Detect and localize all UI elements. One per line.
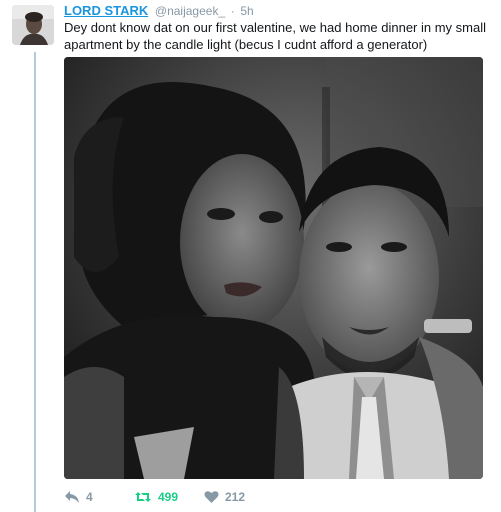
heart-icon: [204, 490, 219, 504]
retweet-count: 499: [158, 490, 179, 504]
author-handle[interactable]: @naijageek_: [155, 4, 225, 18]
retweet-button[interactable]: 499: [134, 490, 204, 504]
tweet-photo[interactable]: [64, 57, 483, 479]
reply-icon: [64, 490, 80, 504]
tweet-header: LORD STARK @naijageek_ · 5h: [64, 3, 254, 19]
avatar-image: [12, 5, 54, 45]
avatar[interactable]: [12, 5, 54, 45]
reply-button[interactable]: 4: [64, 490, 134, 504]
reply-count: 4: [86, 490, 93, 504]
retweet-icon: [134, 490, 152, 504]
tweet: LORD STARK @naijageek_ · 5h Dey dont kno…: [0, 0, 501, 512]
couple-selfie-photo: [64, 57, 483, 479]
tweet-text: Dey dont know dat on our first valentine…: [64, 20, 486, 52]
author-name[interactable]: LORD STARK: [64, 3, 148, 18]
tweet-actions: 4 499 212: [64, 487, 274, 507]
header-separator: ·: [230, 4, 235, 18]
tweet-timestamp[interactable]: 5h: [240, 4, 253, 18]
like-button[interactable]: 212: [204, 490, 274, 504]
thread-connector-line: [34, 52, 36, 512]
like-count: 212: [225, 490, 246, 504]
